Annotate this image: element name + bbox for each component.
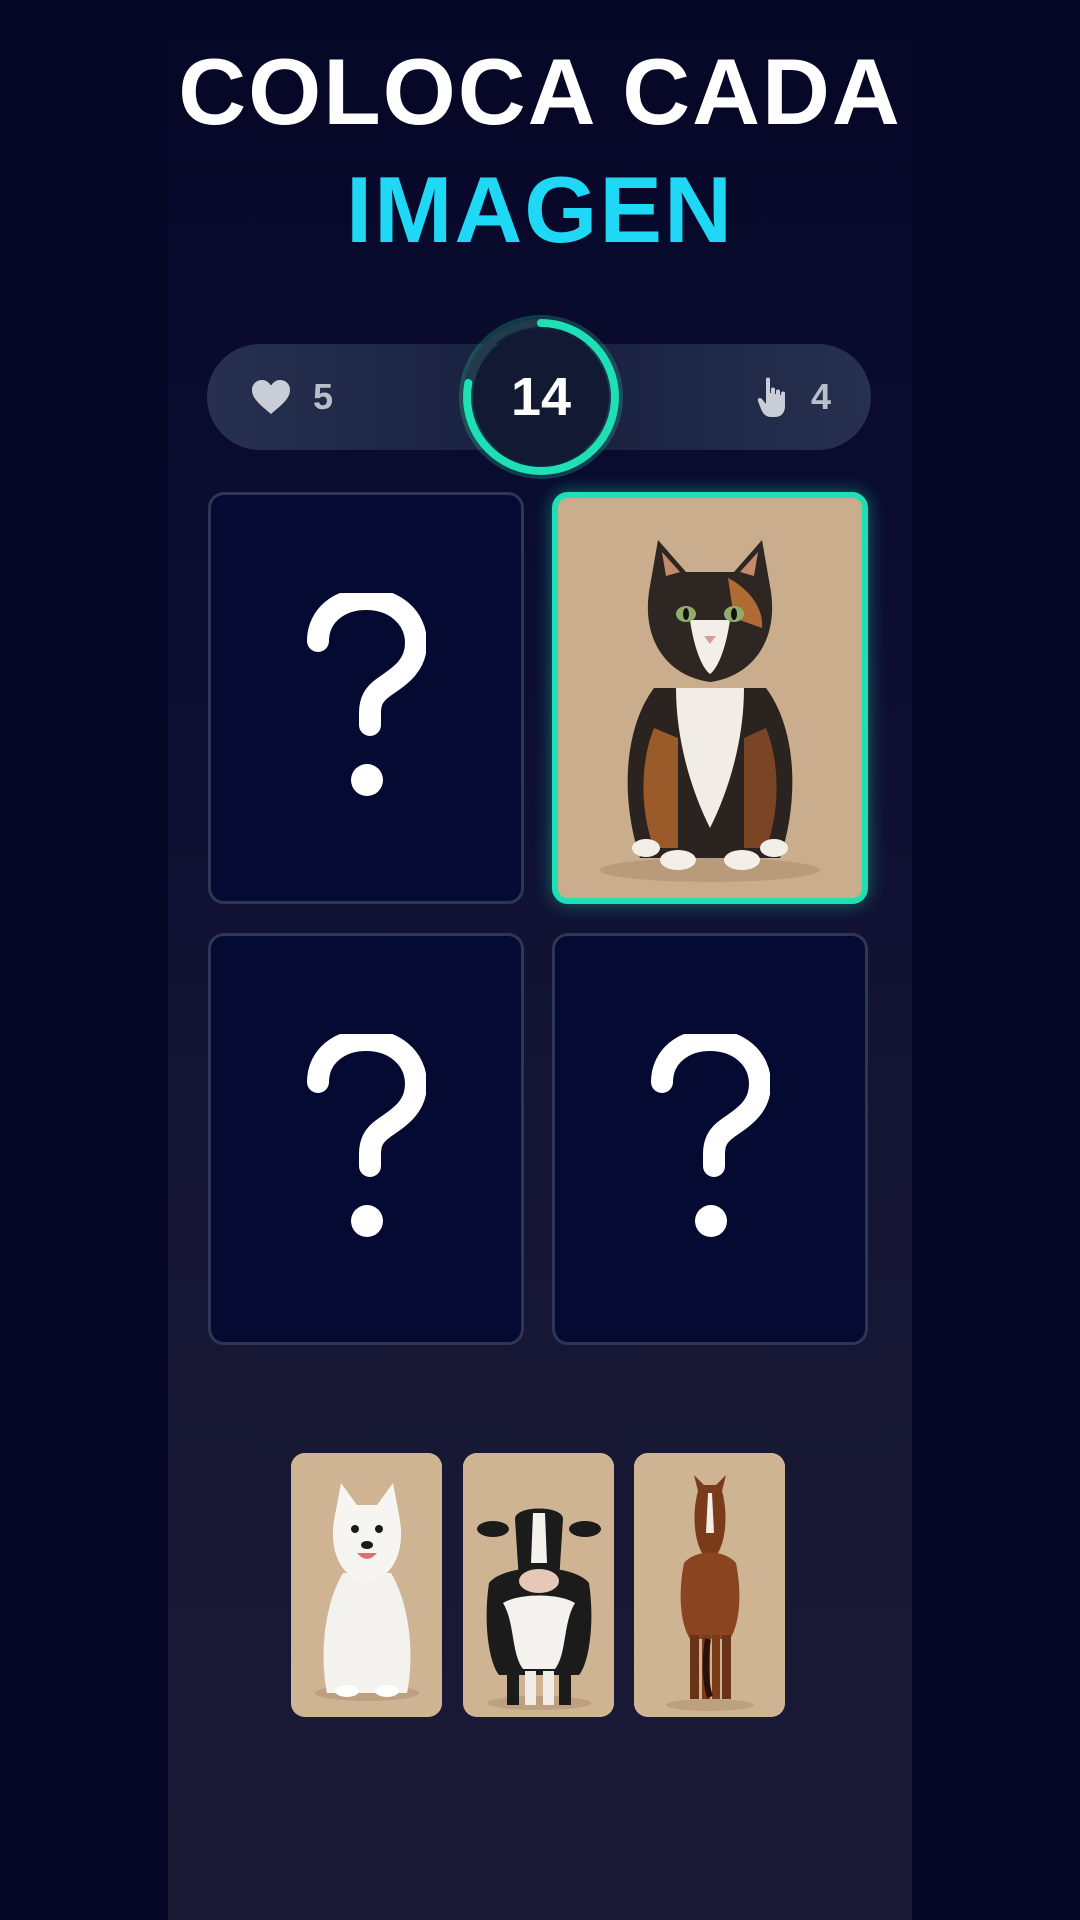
card-slot-3[interactable] (208, 933, 524, 1345)
countdown-timer: 14 (458, 314, 624, 480)
card-slot-1[interactable] (208, 492, 524, 904)
card-slot-2-cat[interactable] (552, 492, 868, 904)
moves-value: 4 (810, 376, 831, 417)
card-slot-4[interactable] (552, 933, 868, 1345)
question-mark-icon (211, 495, 521, 901)
timer-value: 14 (510, 367, 572, 427)
heart-icon (251, 379, 291, 415)
title-line-1: COLOCA CADA (178, 39, 902, 144)
tray-item-dog[interactable] (291, 1453, 442, 1717)
cow-image (463, 1453, 614, 1717)
title-line-2: IMAGEN (346, 157, 734, 262)
question-mark-icon (211, 936, 521, 1342)
horse-image (634, 1453, 785, 1717)
tray-item-cow[interactable] (463, 1453, 614, 1717)
question-mark-icon (555, 936, 865, 1342)
tray-item-horse[interactable] (634, 1453, 785, 1717)
white-dog-image (291, 1453, 442, 1717)
tap-hand-icon (757, 376, 789, 418)
lives-counter: 5 (251, 344, 333, 450)
lives-value: 5 (313, 376, 334, 417)
moves-counter: 4 (757, 344, 831, 450)
calico-cat-image (558, 498, 862, 898)
